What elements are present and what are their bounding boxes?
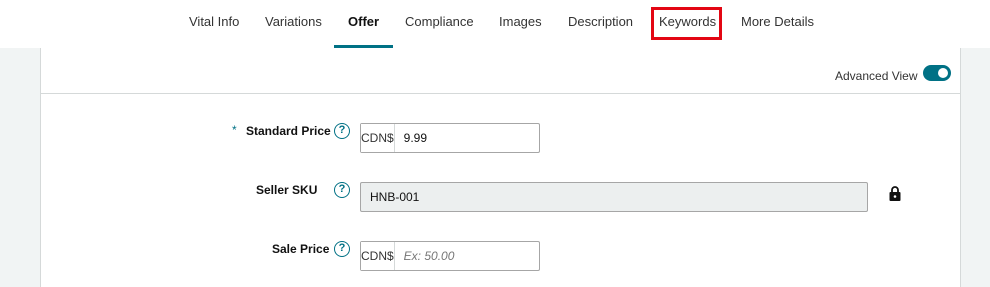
- tab-images[interactable]: Images: [499, 0, 542, 48]
- tab-description[interactable]: Description: [568, 0, 633, 48]
- tab-compliance[interactable]: Compliance: [405, 0, 474, 48]
- advanced-view-toggle[interactable]: [923, 65, 951, 81]
- standard-price-label: Standard Price: [246, 124, 331, 138]
- lock-icon: [889, 186, 901, 201]
- tab-more-details[interactable]: More Details: [741, 0, 814, 48]
- standard-price-input-group: CDN$: [360, 123, 559, 153]
- tab-bar: Vital Info Variations Offer Compliance I…: [0, 0, 990, 48]
- tab-variations[interactable]: Variations: [265, 0, 322, 48]
- seller-sku-field: HNB-001: [360, 182, 868, 212]
- currency-prefix: CDN$: [361, 124, 395, 152]
- toggle-knob: [938, 68, 948, 78]
- keywords-highlight-box: [651, 7, 722, 40]
- tab-vital-info[interactable]: Vital Info: [189, 0, 239, 48]
- help-icon[interactable]: ?: [334, 123, 350, 139]
- help-icon[interactable]: ?: [334, 182, 350, 198]
- sale-price-label: Sale Price: [272, 242, 330, 256]
- panel-header: Advanced View: [41, 48, 960, 94]
- currency-prefix: CDN$: [361, 242, 395, 270]
- sale-price-input-group: CDN$: [360, 241, 559, 271]
- seller-sku-label: Seller SKU: [256, 183, 318, 197]
- sale-price-input[interactable]: [394, 242, 559, 270]
- tab-offer[interactable]: Offer: [333, 0, 394, 48]
- required-marker: *: [232, 123, 237, 137]
- offer-panel: Advanced View * Standard Price ? CDN$ Se…: [40, 48, 961, 287]
- advanced-view-label: Advanced View: [835, 69, 918, 83]
- standard-price-input[interactable]: [394, 124, 559, 152]
- help-icon[interactable]: ?: [334, 241, 350, 257]
